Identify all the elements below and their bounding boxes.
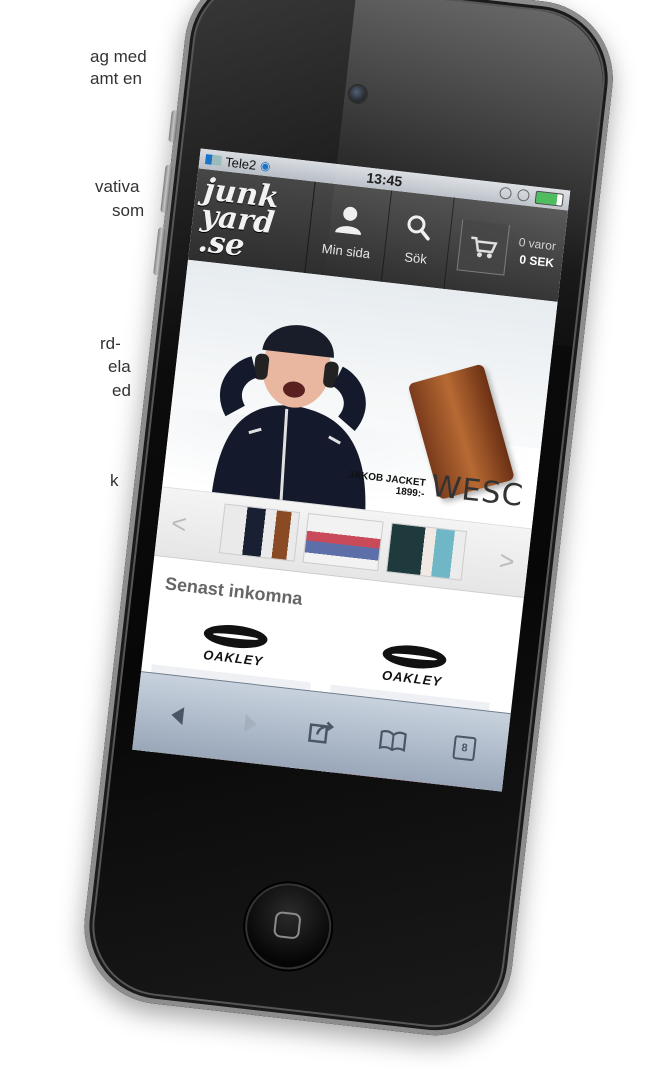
background-text-line: rd- bbox=[100, 334, 121, 353]
phone-screen: Tele2 ◉ 13:45 junk yard .se Min sida Sök… bbox=[132, 148, 571, 792]
brand-name: OAKLEY bbox=[202, 647, 264, 669]
home-button[interactable] bbox=[240, 878, 336, 974]
search-icon bbox=[407, 214, 430, 241]
share-button[interactable] bbox=[297, 710, 345, 755]
home-square-icon bbox=[272, 910, 302, 940]
volume-down-button bbox=[153, 227, 166, 276]
forward-arrow-icon bbox=[243, 714, 257, 733]
oakley-ellipse-icon bbox=[202, 622, 269, 652]
carousel-thumbnail-jacket[interactable] bbox=[218, 503, 301, 562]
shopping-bag-icon bbox=[456, 219, 511, 276]
carousel-next-button[interactable]: > bbox=[494, 544, 519, 577]
my-page-button[interactable]: Min sida bbox=[305, 181, 393, 282]
background-text-line: ag med bbox=[90, 47, 147, 66]
user-icon bbox=[335, 206, 361, 235]
oakley-ellipse-icon bbox=[381, 642, 448, 672]
my-page-label: Min sida bbox=[321, 240, 371, 261]
hero-brand-logo: WESC bbox=[429, 468, 526, 515]
background-text-line: ed bbox=[112, 381, 131, 400]
pages-count: 8 bbox=[460, 741, 469, 755]
pages-icon: 8 bbox=[452, 735, 477, 762]
bookmarks-icon bbox=[378, 730, 407, 753]
search-button[interactable]: Sök bbox=[381, 190, 455, 289]
back-button[interactable] bbox=[154, 693, 202, 738]
phone-body: Tele2 ◉ 13:45 junk yard .se Min sida Sök… bbox=[76, 0, 622, 1044]
background-text-line: k bbox=[110, 471, 119, 490]
phone-device: Tele2 ◉ 13:45 junk yard .se Min sida Sök… bbox=[74, 0, 661, 1068]
site-logo[interactable]: junk yard .se bbox=[188, 168, 316, 274]
carousel-thumbnail-sneakers[interactable] bbox=[302, 512, 384, 572]
bookmarks-button[interactable] bbox=[369, 718, 417, 763]
cart-button[interactable]: 0 varor 0 SEK bbox=[444, 198, 568, 302]
brand-name: OAKLEY bbox=[381, 667, 443, 690]
search-label: Sök bbox=[403, 248, 428, 267]
background-text-line: ela bbox=[108, 357, 131, 376]
carousel-thumbnail-lifestyle[interactable] bbox=[385, 522, 468, 581]
hero-banner[interactable]: JAKOB JACKET 1899:- WESC bbox=[162, 259, 558, 529]
cart-total: 0 SEK bbox=[518, 252, 555, 271]
carousel-prev-button[interactable]: < bbox=[166, 507, 191, 540]
front-camera bbox=[349, 85, 367, 103]
background-text-line: vativa bbox=[95, 177, 140, 196]
cart-summary: 0 varor 0 SEK bbox=[516, 234, 565, 273]
back-arrow-icon bbox=[171, 707, 185, 726]
share-icon bbox=[307, 721, 335, 744]
background-text-line: som bbox=[112, 201, 145, 220]
cart-icon bbox=[471, 235, 498, 258]
forward-button[interactable] bbox=[226, 701, 274, 746]
pages-button[interactable]: 8 bbox=[440, 726, 488, 771]
volume-up-button bbox=[160, 164, 173, 214]
background-text-line: amt en bbox=[90, 69, 142, 88]
mute-switch bbox=[168, 109, 179, 143]
